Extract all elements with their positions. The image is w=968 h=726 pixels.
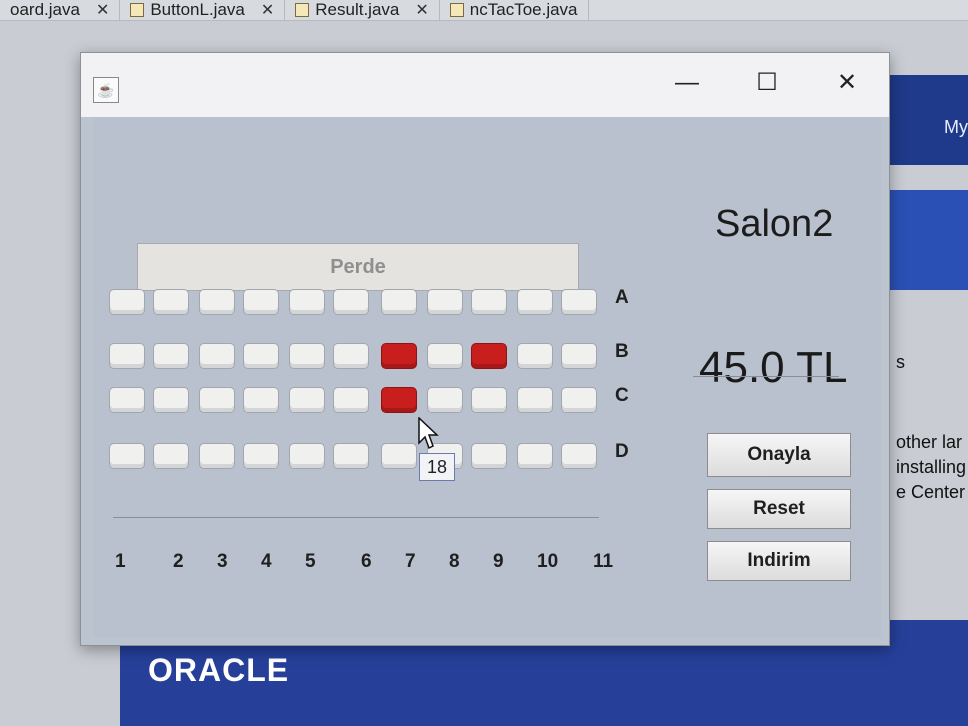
seat-B4[interactable] [243, 343, 279, 369]
seat-A4[interactable] [243, 289, 279, 315]
seat-D6[interactable] [333, 443, 369, 469]
seat-D1[interactable] [109, 443, 145, 469]
hall-panel: Salon2 Perde 45.0 TL Onayla Reset Indiri… [93, 117, 881, 637]
seat-C7[interactable] [381, 387, 417, 413]
ide-tab-label: ButtonL.java [150, 0, 245, 19]
column-label: 10 [537, 551, 559, 572]
seat-D9[interactable] [471, 443, 507, 469]
background-text: e Center [896, 482, 966, 502]
seat-D10[interactable] [517, 443, 553, 469]
seat-A5[interactable] [289, 289, 325, 315]
seat-C3[interactable] [199, 387, 235, 413]
background-text: installing [896, 457, 967, 477]
seat-B2[interactable] [153, 343, 189, 369]
background-banner [880, 190, 968, 290]
ide-tab-label: Result.java [315, 0, 400, 19]
seat-B1[interactable] [109, 343, 145, 369]
seat-C6[interactable] [333, 387, 369, 413]
seat-B9[interactable] [471, 343, 507, 369]
seat-B11[interactable] [561, 343, 597, 369]
seat-D4[interactable] [243, 443, 279, 469]
background-header-panel: My [880, 75, 968, 165]
price-divider [693, 376, 839, 377]
column-label: 7 [405, 551, 416, 572]
ide-tab[interactable]: Result.java ✕ [285, 0, 440, 20]
column-label: 9 [493, 551, 504, 572]
column-label: 6 [361, 551, 372, 572]
seat-C5[interactable] [289, 387, 325, 413]
minimize-button[interactable]: — [671, 67, 703, 99]
mouse-cursor-icon [418, 417, 439, 450]
seat-B6[interactable] [333, 343, 369, 369]
discount-button[interactable]: Indirim [707, 541, 851, 581]
close-button[interactable]: ✕ [831, 67, 863, 99]
background-header-text: My [944, 117, 968, 137]
seat-B5[interactable] [289, 343, 325, 369]
java-file-icon [130, 3, 145, 17]
row-label: C [615, 385, 629, 406]
seat-A7[interactable] [381, 289, 417, 315]
oracle-logo: ORACLE [148, 652, 290, 688]
seat-C1[interactable] [109, 387, 145, 413]
seat-C10[interactable] [517, 387, 553, 413]
row-label: D [615, 441, 629, 462]
seat-A6[interactable] [333, 289, 369, 315]
background-text: other lar [896, 432, 963, 452]
seat-D7[interactable] [381, 443, 417, 469]
column-label: 5 [305, 551, 316, 572]
background-text: s [896, 352, 905, 372]
seat-B7[interactable] [381, 343, 417, 369]
column-label: 3 [217, 551, 228, 572]
seat-A9[interactable] [471, 289, 507, 315]
ide-tab[interactable]: ButtonL.java ✕ [120, 0, 286, 20]
seat-tooltip: 18 [419, 453, 455, 481]
close-icon[interactable]: ✕ [415, 0, 428, 20]
seat-A3[interactable] [199, 289, 235, 315]
seat-grid-divider [113, 517, 599, 518]
column-label: 2 [173, 551, 184, 572]
seat-D2[interactable] [153, 443, 189, 469]
maximize-button[interactable]: ☐ [751, 67, 783, 99]
ide-tab-bar: oard.java ✕ ButtonL.java ✕ Result.java ✕… [0, 0, 968, 21]
seat-B3[interactable] [199, 343, 235, 369]
java-coffee-icon[interactable]: ☕ [93, 77, 119, 103]
column-label: 11 [593, 551, 614, 572]
ide-tab[interactable]: oard.java ✕ [0, 0, 121, 20]
column-label: 4 [261, 551, 272, 572]
ide-tab-label: ncTacToe.java [469, 0, 578, 19]
seat-C8[interactable] [427, 387, 463, 413]
confirm-button[interactable]: Onayla [707, 433, 851, 477]
seat-A11[interactable] [561, 289, 597, 315]
price-display: 45.0 TL [699, 343, 848, 392]
ide-tab[interactable]: ncTacToe.java [440, 0, 589, 20]
seat-C4[interactable] [243, 387, 279, 413]
cinema-booking-window: ☕ — ☐ ✕ Salon2 Perde 45.0 TL Onayla Rese… [80, 52, 890, 646]
seat-A1[interactable] [109, 289, 145, 315]
seat-B8[interactable] [427, 343, 463, 369]
seat-A10[interactable] [517, 289, 553, 315]
seat-C11[interactable] [561, 387, 597, 413]
screen-label: Perde [137, 243, 579, 291]
column-label: 8 [449, 551, 460, 572]
seat-C9[interactable] [471, 387, 507, 413]
java-file-icon [295, 3, 310, 17]
seat-A8[interactable] [427, 289, 463, 315]
window-titlebar[interactable]: ☕ — ☐ ✕ [81, 53, 889, 117]
row-label: A [615, 287, 629, 308]
seat-D5[interactable] [289, 443, 325, 469]
close-icon[interactable]: ✕ [96, 0, 109, 20]
column-label: 1 [115, 551, 126, 572]
seat-C2[interactable] [153, 387, 189, 413]
reset-button[interactable]: Reset [707, 489, 851, 529]
ide-tab-label: oard.java [10, 0, 80, 19]
row-label: B [615, 341, 629, 362]
seat-D11[interactable] [561, 443, 597, 469]
seat-D3[interactable] [199, 443, 235, 469]
close-icon[interactable]: ✕ [261, 0, 274, 20]
seat-A2[interactable] [153, 289, 189, 315]
seat-B10[interactable] [517, 343, 553, 369]
hall-title: Salon2 [715, 203, 834, 245]
java-file-icon [449, 3, 464, 17]
